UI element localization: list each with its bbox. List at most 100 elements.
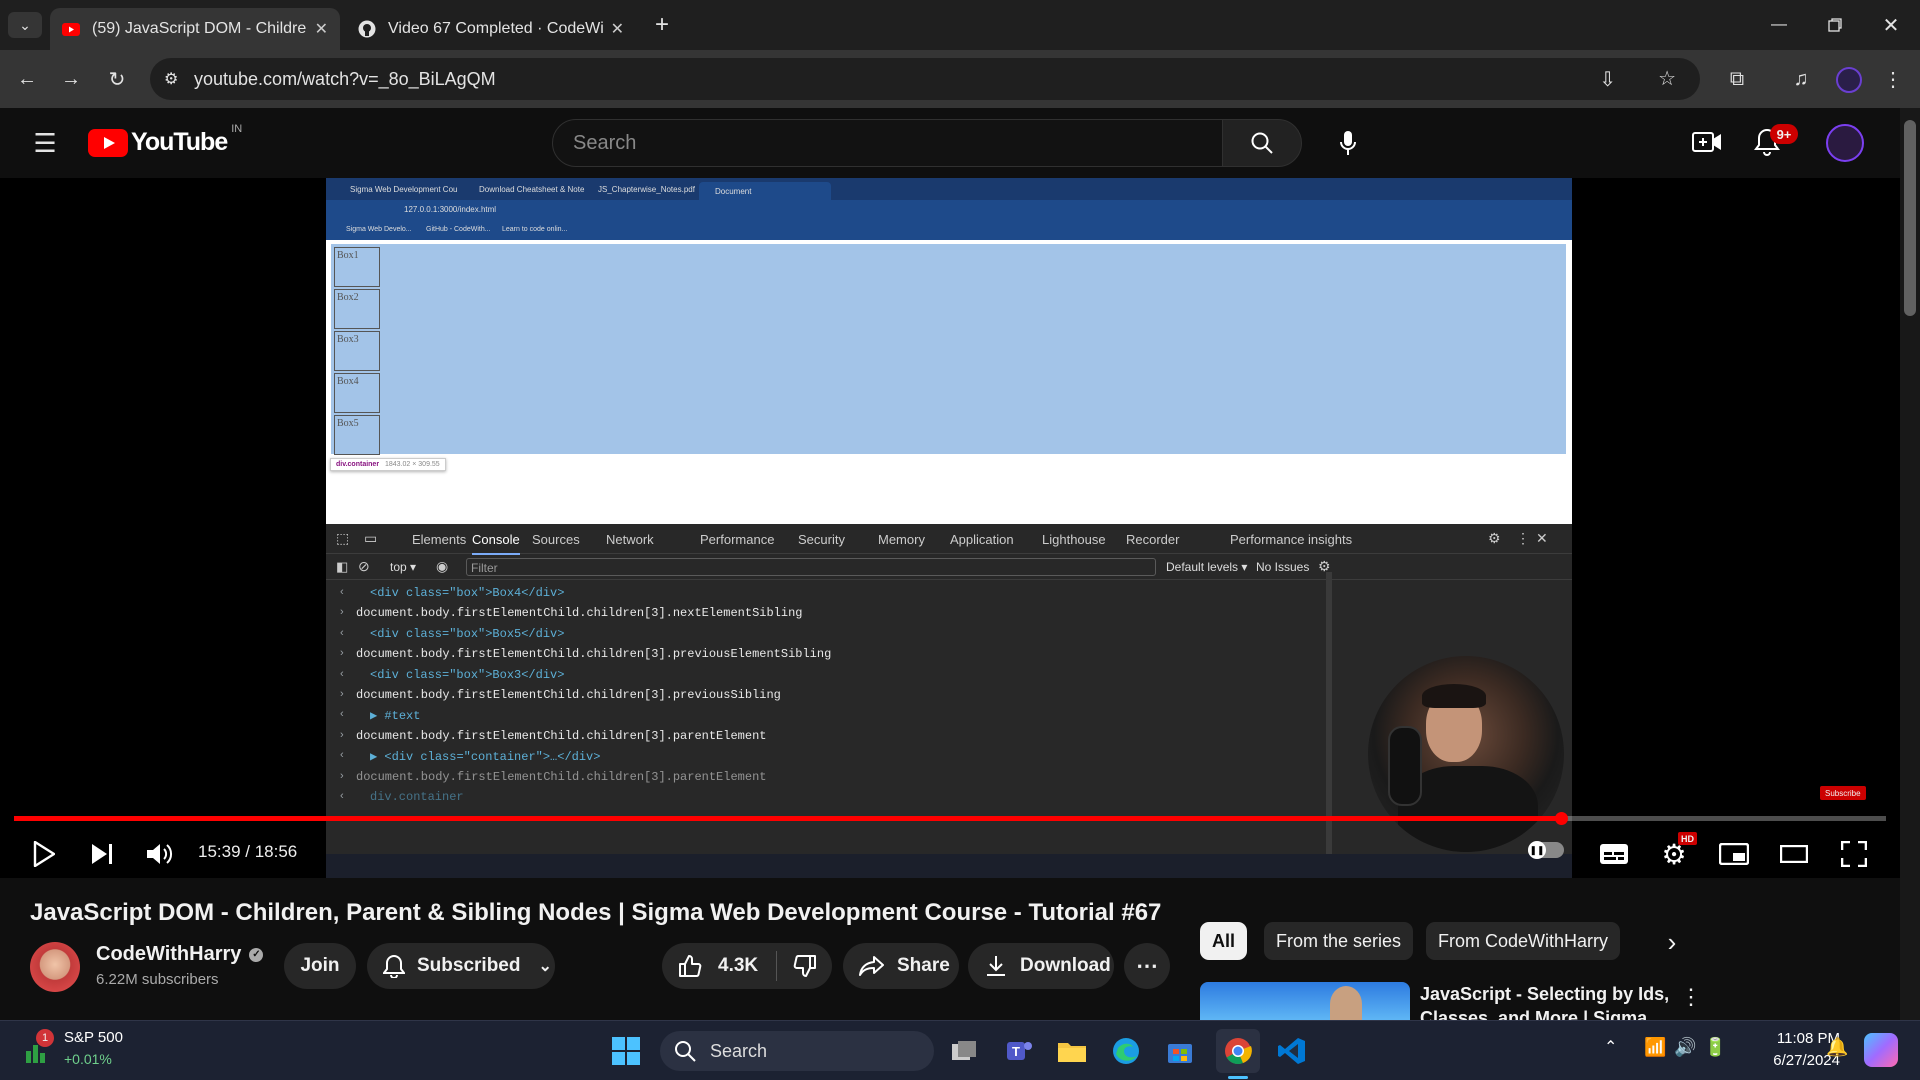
clear-console-icon: ⊘ (358, 558, 370, 574)
edge-icon[interactable] (1104, 1029, 1148, 1073)
back-icon[interactable]: ← (12, 64, 42, 94)
share-button[interactable]: Share (843, 943, 959, 989)
console-input-chevron-icon: › (340, 769, 344, 782)
youtube-logo[interactable]: YouTube IN (88, 123, 242, 157)
stock-name: S&P 500 (64, 1029, 123, 1046)
play-button[interactable] (24, 834, 64, 874)
install-app-icon[interactable]: ⇩ (1599, 67, 1616, 92)
next-button[interactable] (82, 834, 122, 874)
subscribed-button[interactable]: Subscribed ⌄ (367, 943, 555, 989)
channel-avatar[interactable] (30, 942, 80, 992)
devtools-tab: Elements (412, 532, 467, 547)
inner-windows-taskbar (326, 854, 1572, 878)
teams-icon[interactable]: T (996, 1029, 1040, 1073)
console-output-line: ▶ <div class="container">…</div> (370, 750, 601, 765)
taskbar-search[interactable]: Search (660, 1031, 934, 1071)
page-scrollbar[interactable] (1900, 108, 1920, 1020)
vscode-icon[interactable] (1270, 1029, 1314, 1073)
tab-github[interactable]: Video 67 Completed · CodeWit ✕ (346, 8, 636, 50)
join-button[interactable]: Join (284, 943, 356, 989)
media-controls-icon[interactable]: ♫ (1786, 64, 1816, 94)
site-info-icon[interactable]: ⚙ (164, 69, 178, 89)
tray-overflow-icon[interactable]: ⌃ (1604, 1037, 1617, 1057)
chrome-active-indicator (1228, 1076, 1248, 1079)
console-output-line: div.container (370, 790, 464, 804)
close-tab-icon[interactable]: ✕ (611, 19, 624, 39)
channel-name[interactable]: CodeWithHarry (96, 943, 241, 966)
scrollbar-thumb[interactable] (1904, 120, 1916, 316)
video-player[interactable]: Sigma Web Development Cou Download Cheat… (0, 178, 1900, 878)
volume-icon (147, 844, 173, 864)
live-expression-icon: ◉ (436, 558, 449, 574)
create-video-icon[interactable] (1692, 130, 1722, 159)
close-window-icon[interactable]: ✕ (1876, 10, 1906, 40)
download-button[interactable]: Download (968, 943, 1114, 989)
devtools-tab: Sources (532, 532, 580, 547)
miniplayer-icon (1719, 843, 1749, 865)
more-horizontal-icon: ⋯ (1136, 953, 1158, 978)
search-button[interactable] (1222, 119, 1302, 167)
inner-tab-strip: Sigma Web Development Cou Download Cheat… (326, 178, 1572, 200)
start-button[interactable] (604, 1029, 648, 1073)
account-avatar[interactable] (1826, 124, 1864, 162)
theater-mode-button[interactable] (1774, 834, 1814, 874)
progress-played (14, 816, 1561, 821)
subtitles-button[interactable] (1594, 834, 1634, 874)
next-video-menu-icon[interactable]: ⋮ (1680, 984, 1702, 1010)
log-levels-label: Default levels (1166, 560, 1239, 574)
battery-icon[interactable]: 🔋 (1704, 1037, 1726, 1058)
bookmark-star-icon[interactable]: ☆ (1658, 66, 1676, 91)
progress-bar[interactable] (14, 816, 1886, 821)
file-explorer-icon[interactable] (1050, 1029, 1094, 1073)
tab-youtube[interactable]: (59) JavaScript DOM - Children, ✕ (50, 8, 340, 50)
fullscreen-button[interactable] (1834, 834, 1874, 874)
chrome-icon[interactable] (1216, 1029, 1260, 1073)
chips-next-icon[interactable]: › (1654, 924, 1690, 960)
store-icon[interactable] (1158, 1029, 1202, 1073)
mute-button[interactable] (140, 834, 180, 874)
channel-name-row[interactable]: CodeWithHarry ✓ (96, 943, 264, 966)
like-button[interactable]: 4.3K (678, 951, 778, 981)
forward-icon[interactable]: → (56, 64, 86, 94)
task-view-icon[interactable] (942, 1029, 986, 1073)
minimize-icon[interactable]: — (1764, 10, 1794, 40)
voice-search-button[interactable] (1324, 119, 1372, 167)
next-video-title[interactable]: JavaScript - Selecting by Ids, Classes, … (1420, 982, 1670, 1020)
devtools-tab-bar: ⬚ ▭ Elements Console Sources Network Per… (326, 524, 1572, 555)
search-input[interactable]: Search (552, 119, 1224, 167)
subtitles-icon (1600, 844, 1628, 864)
next-video-thumbnail[interactable] (1200, 982, 1410, 1020)
extensions-icon[interactable]: ⧉ (1722, 64, 1752, 94)
restore-icon[interactable] (1820, 10, 1850, 40)
address-bar[interactable]: ⚙ youtube.com/watch?v=_8o_BiLAgQM ⇩ ☆ (150, 58, 1700, 100)
miniplayer-button[interactable] (1714, 834, 1754, 874)
console-output-arrow-icon: ‹ (340, 708, 344, 721)
reload-icon[interactable]: ↻ (102, 64, 132, 94)
dislike-button[interactable] (777, 954, 817, 978)
chrome-menu-icon[interactable]: ⋮ (1880, 64, 1906, 94)
stock-widget-icon[interactable]: 1 (22, 1029, 54, 1065)
progress-scrubber[interactable] (1554, 812, 1568, 825)
hamburger-menu-icon[interactable]: ☰ (30, 128, 60, 158)
copilot-icon[interactable] (1864, 1033, 1898, 1067)
svg-text:T: T (1012, 1044, 1020, 1059)
notification-bell-icon[interactable]: 🔔 (1826, 1037, 1848, 1058)
share-label: Share (897, 955, 950, 976)
chip-channel[interactable]: From CodeWithHarry (1426, 922, 1621, 960)
close-tab-icon[interactable]: ✕ (315, 19, 328, 39)
speaker-icon[interactable]: 🔊 (1674, 1037, 1696, 1058)
time-display: 15:39 / 18:56 (198, 842, 298, 861)
autoplay-toggle[interactable]: ❚❚ (1528, 841, 1564, 859)
url-text: youtube.com/watch?v=_8o_BiLAgQM (194, 68, 496, 89)
chevron-down-icon: ⌄ (538, 958, 552, 975)
tab-search-button[interactable]: ⌄ (8, 12, 42, 38)
profile-avatar[interactable] (1836, 67, 1862, 93)
new-tab-icon[interactable]: + (650, 11, 674, 38)
verified-icon: ✓ (249, 947, 264, 962)
chip-all[interactable]: All (1200, 922, 1248, 960)
inner-page: Box1 Box2 Box3 Box4 Box5 div.container 1… (326, 240, 1572, 510)
chip-series[interactable]: From the series (1264, 922, 1414, 960)
box-element: Box1 (334, 247, 380, 287)
wifi-icon[interactable]: 📶 (1644, 1037, 1666, 1058)
more-actions-button[interactable]: ⋯ (1124, 943, 1170, 989)
